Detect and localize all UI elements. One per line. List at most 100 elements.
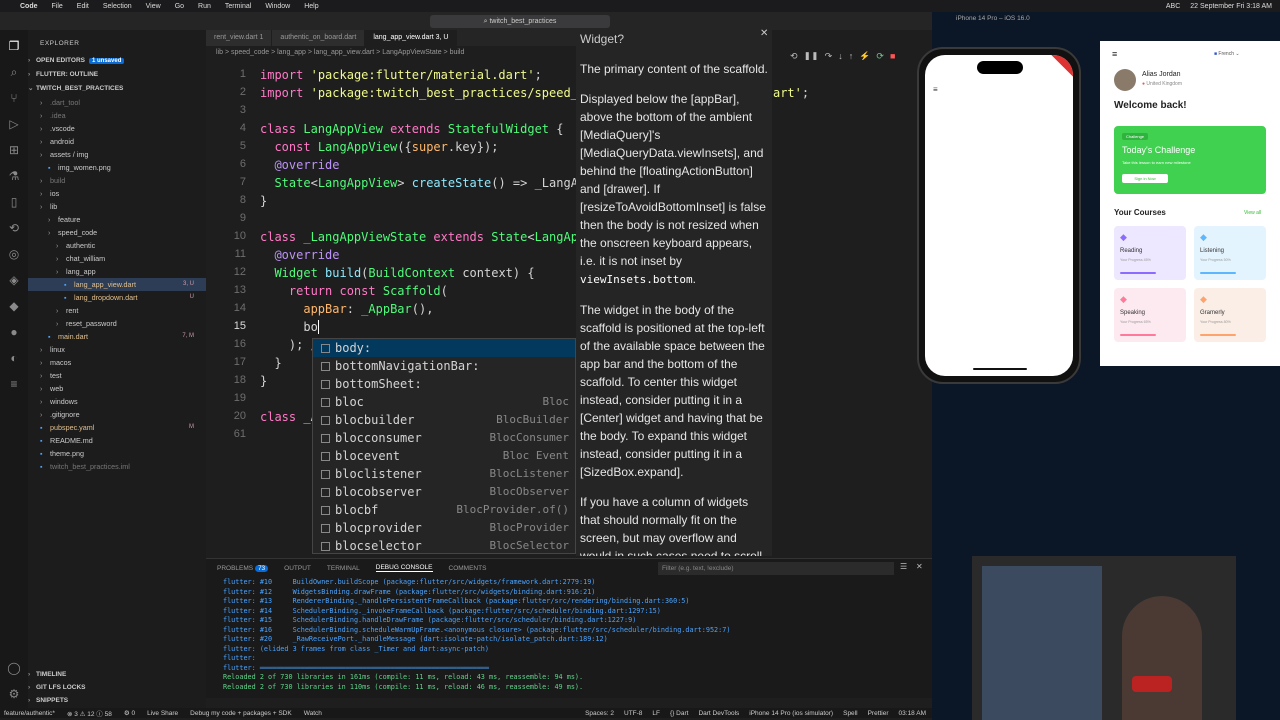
suggestion-item[interactable]: blocconsumer BlocConsumer: [313, 429, 575, 447]
menu-go[interactable]: Go: [175, 3, 184, 10]
explorer-item[interactable]: › rent: [28, 304, 206, 317]
debug-mode-status[interactable]: Debug my code + packages + SDK: [190, 710, 292, 717]
extensions-icon[interactable]: ⊞: [6, 142, 22, 158]
clock[interactable]: 22 September Fri 3:18 AM: [1190, 3, 1272, 10]
explorer-item[interactable]: › reset_password: [28, 317, 206, 330]
tab-terminal[interactable]: TERMINAL: [327, 565, 360, 572]
menu-run[interactable]: Run: [198, 3, 211, 10]
watch-status[interactable]: Watch: [304, 710, 322, 717]
project-section[interactable]: ⌄ TWITCH_BEST_PRACTICES: [28, 82, 206, 95]
explorer-item[interactable]: › test: [28, 369, 206, 382]
indent-status[interactable]: Spaces: 2: [585, 710, 614, 717]
run-debug-icon[interactable]: ▷: [6, 116, 22, 132]
eol-status[interactable]: LF: [652, 710, 660, 717]
testing-icon[interactable]: ⚗: [6, 168, 22, 184]
explorer-item[interactable]: › macos: [28, 356, 206, 369]
git-lfs-section[interactable]: › GIT LFS LOCKS: [28, 681, 206, 694]
language-status[interactable]: {} Dart: [670, 710, 688, 717]
suggestion-item[interactable]: blocevent Bloc Event: [313, 447, 575, 465]
encoding-status[interactable]: UTF-8: [624, 710, 642, 717]
close-panel-icon[interactable]: ✕: [916, 562, 923, 571]
menu-edit[interactable]: Edit: [77, 3, 89, 10]
timeline-section[interactable]: › TIMELINE: [28, 668, 206, 681]
suggestion-item[interactable]: bloclistener BlocListener: [313, 465, 575, 483]
menu-icon[interactable]: ≡: [933, 85, 938, 94]
ports-status[interactable]: ⚙ 0: [124, 709, 135, 717]
menu-window[interactable]: Window: [265, 3, 290, 10]
bookmark-icon[interactable]: ▯: [6, 194, 22, 210]
snippets-section[interactable]: › SNIPPETS: [28, 694, 206, 707]
files-icon[interactable]: ❐: [6, 38, 22, 54]
explorer-item[interactable]: › .vscode: [28, 122, 206, 135]
database-icon[interactable]: ≡: [6, 376, 22, 392]
suggestion-item[interactable]: body:: [313, 339, 575, 357]
tab-rent-view[interactable]: rent_view.dart 1: [206, 30, 273, 46]
explorer-item[interactable]: › speed_code: [28, 226, 206, 239]
course-card[interactable]: ◆ Gramerly Your Progress 80%: [1194, 288, 1266, 342]
explorer-item[interactable]: ▪ main.dart 7, M: [28, 330, 206, 343]
challenge-button[interactable]: Sign in Now: [1122, 174, 1168, 183]
course-card[interactable]: ◆ Reading Your Progress 45%: [1114, 226, 1186, 280]
explorer-item[interactable]: › web: [28, 382, 206, 395]
account-icon[interactable]: ◯: [6, 660, 22, 676]
github-icon[interactable]: ●: [6, 324, 22, 340]
view-all-link[interactable]: View all: [1244, 210, 1261, 216]
close-icon[interactable]: ✕: [760, 28, 768, 39]
suggestion-item[interactable]: blocobserver BlocObserver: [313, 483, 575, 501]
tab-lang-app-view[interactable]: lang_app_view.dart 3, U: [365, 30, 458, 46]
menu-terminal[interactable]: Terminal: [225, 3, 251, 10]
command-center-search[interactable]: ⌕ twitch_best_practices: [430, 15, 610, 28]
time-status[interactable]: 03:18 AM: [899, 710, 926, 717]
remote-icon[interactable]: ◎: [6, 246, 22, 262]
tab-output[interactable]: OUTPUT: [284, 565, 311, 572]
explorer-item[interactable]: › linux: [28, 343, 206, 356]
explorer-item[interactable]: ▪ pubspec.yaml M: [28, 421, 206, 434]
explorer-item[interactable]: ▪ theme.png: [28, 447, 206, 460]
explorer-item[interactable]: › ios: [28, 187, 206, 200]
course-card[interactable]: ◆ Listening Your Progress 50%: [1194, 226, 1266, 280]
live-share-status[interactable]: Live Share: [147, 710, 178, 717]
explorer-item[interactable]: ▪ README.md: [28, 434, 206, 447]
explorer-item[interactable]: › .gitignore: [28, 408, 206, 421]
simulator-screen[interactable]: ≡: [925, 55, 1073, 376]
breadcrumb[interactable]: lib > speed_code > lang_app > lang_app_v…: [206, 46, 576, 60]
suggestion-item[interactable]: blocbuilder BlocBuilder: [313, 411, 575, 429]
search-icon[interactable]: ⌕: [6, 64, 22, 80]
tab-authentic-on-board[interactable]: authentic_on_board.dart: [272, 30, 366, 46]
menu-help[interactable]: Help: [304, 3, 318, 10]
gitlens-icon[interactable]: ◐: [6, 350, 22, 366]
explorer-item[interactable]: › chat_william: [28, 252, 206, 265]
clear-console-icon[interactable]: ☰: [900, 562, 907, 571]
docker-icon[interactable]: ◈: [6, 272, 22, 288]
menu-selection[interactable]: Selection: [103, 3, 132, 10]
tab-problems[interactable]: PROBLEMS 73: [217, 564, 269, 572]
gear-icon[interactable]: ⚙: [6, 686, 22, 702]
devtools-status[interactable]: Dart DevTools: [698, 710, 739, 717]
source-control-icon[interactable]: ⑂: [6, 90, 22, 106]
explorer-item[interactable]: › windows: [28, 395, 206, 408]
suggestion-item[interactable]: blocbf BlocProvider.of(): [313, 501, 575, 519]
explorer-item[interactable]: › lang_app: [28, 265, 206, 278]
device-status[interactable]: iPhone 14 Pro (ios simulator): [749, 710, 833, 717]
tab-debug-console[interactable]: DEBUG CONSOLE: [375, 564, 433, 572]
explorer-item[interactable]: › assets / img: [28, 148, 206, 161]
tab-comments[interactable]: COMMENTS: [449, 565, 487, 572]
explorer-item[interactable]: › .idea: [28, 109, 206, 122]
menu-file[interactable]: File: [52, 3, 63, 10]
course-card[interactable]: ◆ Speaking Your Progress 65%: [1114, 288, 1186, 342]
menu-icon[interactable]: ≡: [1112, 49, 1117, 59]
suggestion-item[interactable]: bottomSheet:: [313, 375, 575, 393]
explorer-item[interactable]: ▪ img_women.png: [28, 161, 206, 174]
explorer-item[interactable]: ▪ twitch_best_practices.iml: [28, 460, 206, 473]
spell-status[interactable]: Spell: [843, 710, 857, 717]
prettier-status[interactable]: Prettier: [868, 710, 889, 717]
live-share-icon[interactable]: ⟲: [6, 220, 22, 236]
suggestion-item[interactable]: blocprovider BlocProvider: [313, 519, 575, 537]
flutter-outline-section[interactable]: › FLUTTER: OUTLINE: [28, 68, 206, 81]
challenge-card[interactable]: Challenge Today's Challenge Take this le…: [1114, 126, 1266, 194]
explorer-item[interactable]: › android: [28, 135, 206, 148]
explorer-item[interactable]: › lib: [28, 200, 206, 213]
menu-app-name[interactable]: Code: [20, 3, 38, 10]
language-selector[interactable]: ■ French ⌄: [1214, 51, 1240, 57]
input-source[interactable]: ABC: [1166, 3, 1180, 10]
